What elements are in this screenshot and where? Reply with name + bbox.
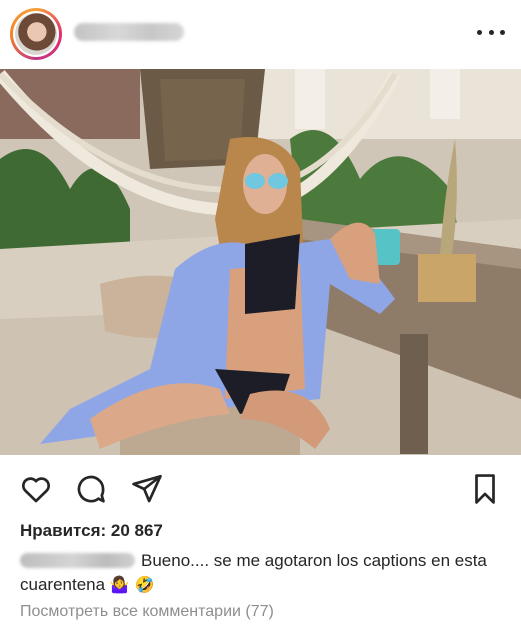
shrug-emoji: 🤷‍♀️ (109, 575, 130, 594)
avatar-image (15, 13, 57, 55)
avatar-story-ring[interactable] (10, 8, 62, 60)
more-options-button[interactable] (477, 22, 505, 42)
more-dot-icon (477, 29, 482, 35)
likes-count[interactable]: Нравится: 20 867 (20, 521, 163, 541)
comment-button[interactable] (74, 472, 108, 506)
post-photo-illustration (0, 69, 521, 455)
post-caption: Bueno.... se me agotaron los captions en… (20, 549, 510, 597)
more-dot-icon (488, 29, 494, 35)
share-button[interactable] (130, 472, 164, 506)
post-photo[interactable] (0, 69, 521, 455)
post-actions (0, 468, 521, 508)
rofl-emoji: 🤣 (134, 575, 155, 594)
heart-icon (22, 477, 50, 503)
username-redacted[interactable] (74, 23, 184, 41)
avatar[interactable] (13, 11, 59, 57)
view-all-comments-link[interactable]: Посмотреть все комментарии (77) (20, 603, 274, 621)
save-button[interactable] (468, 472, 502, 506)
send-icon (132, 474, 162, 503)
comment-icon (77, 475, 105, 503)
post-header (0, 0, 521, 66)
caption-username-redacted[interactable] (20, 553, 135, 568)
more-dot-icon (500, 29, 505, 35)
like-button[interactable] (19, 472, 53, 506)
bookmark-icon (475, 474, 495, 504)
